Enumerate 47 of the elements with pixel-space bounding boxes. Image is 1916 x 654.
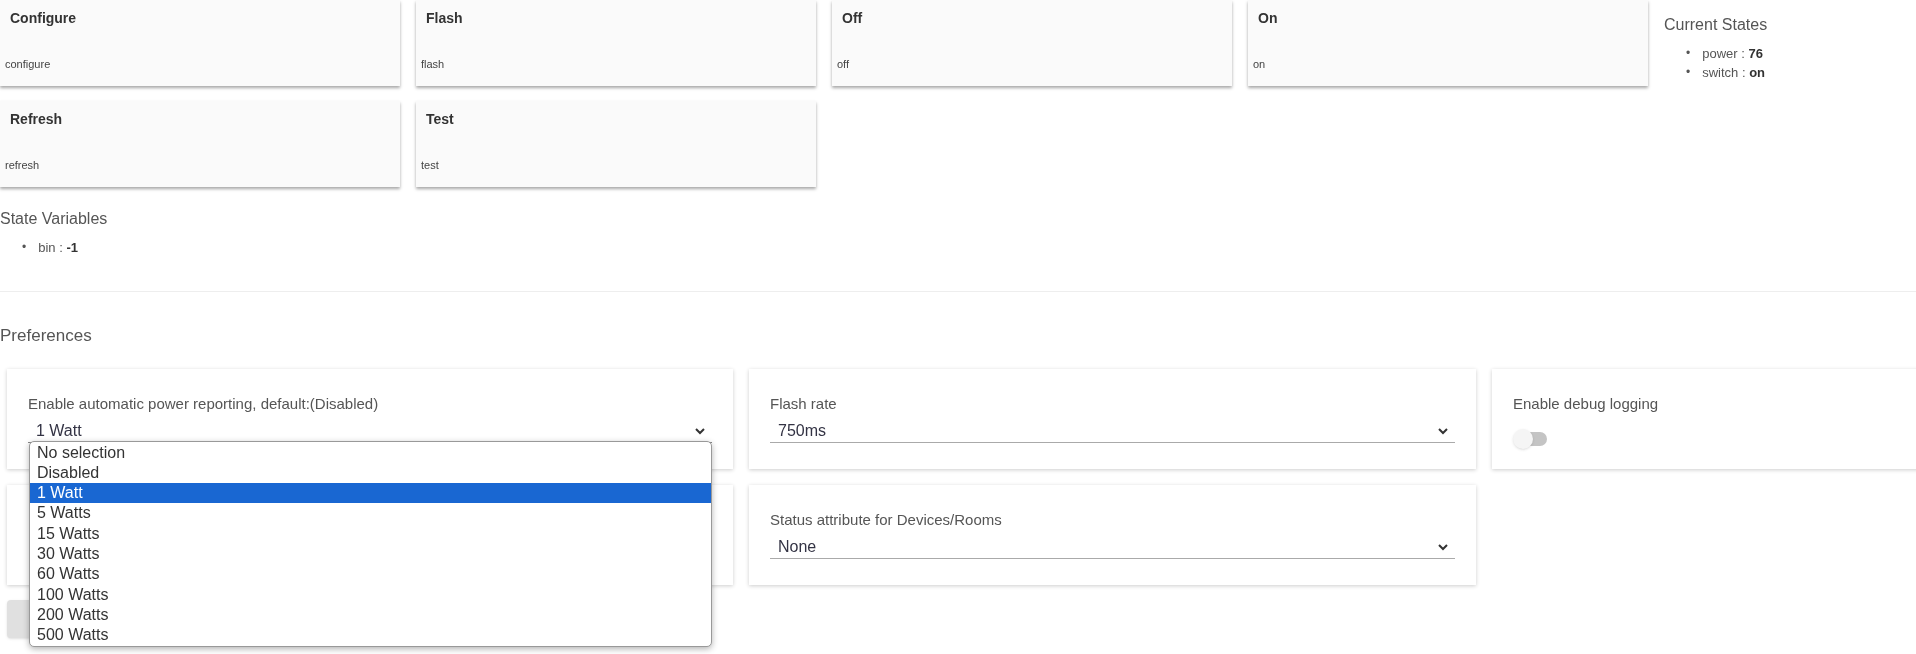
command-name: on	[1252, 56, 1267, 72]
dropdown-option[interactable]: 1 Watt	[30, 483, 711, 504]
bullet: •	[22, 239, 27, 256]
bullet: •	[1686, 64, 1691, 81]
command-title: On	[1257, 9, 1279, 28]
chevron-down-icon	[1437, 542, 1449, 551]
chevron-down-icon	[694, 426, 706, 435]
command-card[interactable]: Off off	[832, 0, 1232, 86]
section-title: Current States	[1664, 15, 1768, 35]
command-card[interactable]: Flash flash	[416, 0, 816, 86]
state-item: bin : -1	[38, 239, 78, 257]
dropdown-option[interactable]: 15 Watts	[30, 523, 711, 544]
command-card[interactable]: Test test	[416, 101, 816, 187]
dropdown-option[interactable]: 500 Watts	[30, 625, 711, 646]
dropdown-option[interactable]: No selection	[30, 442, 711, 463]
bullet: •	[1686, 45, 1691, 62]
command-name: flash	[420, 56, 446, 72]
command-name: refresh	[4, 157, 41, 173]
command-name: configure	[4, 56, 52, 72]
dropdown-option[interactable]: Disabled	[30, 462, 711, 484]
command-card[interactable]: On on	[1248, 0, 1648, 86]
chevron-down-icon	[1437, 426, 1449, 435]
dropdown-option[interactable]: 5 Watts	[30, 503, 711, 524]
dropdown-option[interactable]: 100 Watts	[30, 584, 711, 605]
select-field[interactable]: 750ms	[770, 419, 1455, 443]
command-title: Refresh	[9, 110, 64, 129]
command-name: test	[420, 157, 440, 173]
section-title: Preferences	[0, 325, 93, 347]
select-field[interactable]: None	[770, 535, 1455, 559]
command-title: Configure	[9, 9, 78, 28]
dropdown-option[interactable]: 30 Watts	[30, 544, 711, 565]
toggle-switch[interactable]	[1513, 429, 1549, 449]
state-item: switch : on	[1702, 64, 1766, 82]
command-title: Off	[841, 9, 864, 28]
preference-label: Enable automatic power reporting, default:(Disabled)	[28, 393, 380, 414]
preference-label: Enable debug logging	[1513, 393, 1660, 414]
command-name: off	[836, 56, 851, 72]
command-title: Test	[425, 110, 455, 129]
preference-label: Status attribute for Devices/Rooms	[770, 509, 1003, 530]
state-item: power : 76	[1702, 45, 1763, 63]
command-card[interactable]: Configure configure	[0, 0, 400, 86]
dropdown-option[interactable]: 200 Watts	[30, 604, 711, 626]
dropdown-option[interactable]: 60 Watts	[30, 564, 711, 585]
command-card[interactable]: Refresh refresh	[0, 101, 400, 187]
preference-label: Flash rate	[770, 393, 838, 414]
command-title: Flash	[425, 9, 464, 28]
section-title: State Variables	[0, 209, 109, 229]
